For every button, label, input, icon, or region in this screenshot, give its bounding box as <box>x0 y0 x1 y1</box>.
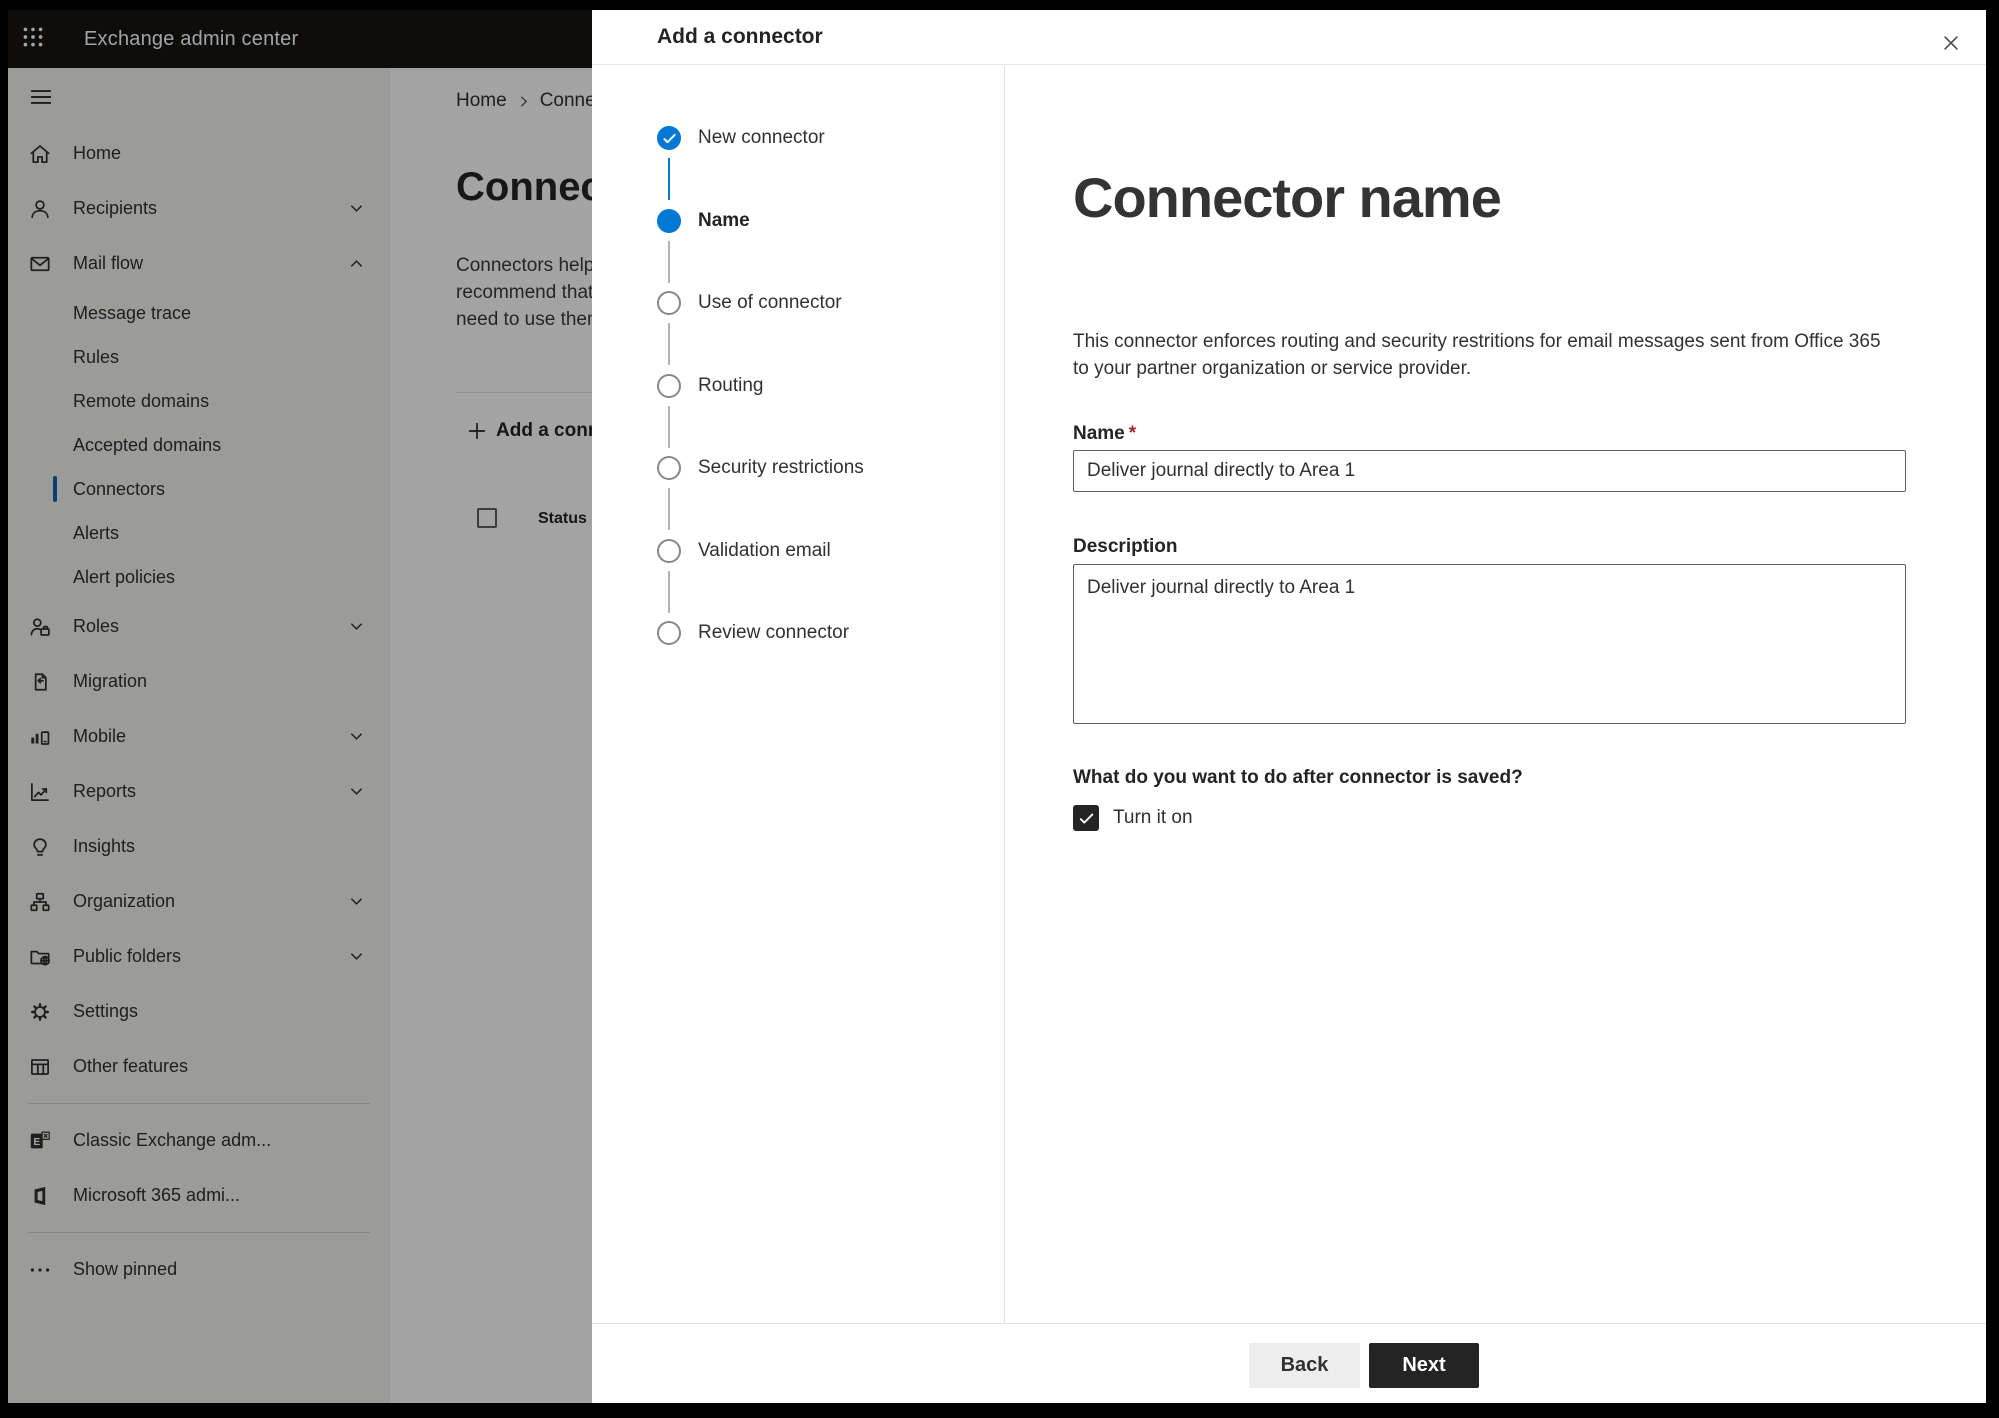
step-completed-check-icon <box>657 126 681 150</box>
turn-it-on-checkbox[interactable] <box>1073 805 1099 831</box>
step-upcoming-circle-icon <box>657 621 681 645</box>
step-connector-line <box>668 241 670 283</box>
step-security-restrictions[interactable]: Security restrictions <box>657 456 864 480</box>
after-save-question: What do you want to do after connector i… <box>1073 767 1523 788</box>
add-connector-modal: Add a connector New connector Name Use of … <box>592 10 1986 1403</box>
step-upcoming-circle-icon <box>657 374 681 398</box>
step-label: Name <box>698 210 750 231</box>
step-connector-line <box>668 323 670 365</box>
step-validation-email[interactable]: Validation email <box>657 539 831 563</box>
wizard-step-content: Connector name This connector enforces r… <box>1005 66 1986 1323</box>
step-label: Routing <box>698 375 764 396</box>
step-connector-line <box>668 571 670 613</box>
step-description: This connector enforces routing and secu… <box>1073 331 1881 379</box>
step-connector-line <box>668 158 670 200</box>
back-button[interactable]: Back <box>1249 1343 1360 1388</box>
step-current-dot-icon <box>657 209 681 233</box>
step-label: Validation email <box>698 540 831 561</box>
step-review-connector[interactable]: Review connector <box>657 621 849 645</box>
modal-footer: Back Next <box>592 1323 1986 1403</box>
step-new-connector[interactable]: New connector <box>657 126 825 150</box>
step-upcoming-circle-icon <box>657 456 681 480</box>
step-heading: Connector name <box>1073 166 1502 229</box>
modal-title: Add a connector <box>657 25 823 48</box>
step-label: New connector <box>698 127 825 148</box>
app-window: Exchange admin center Home Recipients Mail… <box>8 10 1986 1403</box>
step-upcoming-circle-icon <box>657 291 681 315</box>
name-field-label: Name * <box>1073 423 1137 444</box>
connector-name-input[interactable] <box>1073 450 1906 492</box>
required-asterisk: * <box>1128 423 1137 444</box>
step-connector-line <box>668 406 670 448</box>
step-use-of-connector[interactable]: Use of connector <box>657 291 842 315</box>
step-label: Review connector <box>698 622 850 643</box>
step-upcoming-circle-icon <box>657 539 681 563</box>
step-routing[interactable]: Routing <box>657 374 764 398</box>
step-label: Use of connector <box>698 292 842 313</box>
close-icon[interactable] <box>1933 25 1969 61</box>
description-field-label: Description <box>1073 536 1178 557</box>
connector-description-textarea[interactable]: Deliver journal directly to Area 1 <box>1073 564 1906 724</box>
next-button[interactable]: Next <box>1369 1343 1479 1388</box>
step-connector-line <box>668 488 670 530</box>
modal-header: Add a connector <box>592 10 1986 65</box>
wizard-stepper: New connector Name Use of connector Routing… <box>592 66 1005 1323</box>
step-name[interactable]: Name <box>657 209 750 233</box>
step-label: Security restrictions <box>698 457 864 478</box>
turn-it-on-row: Turn it on <box>1073 805 1906 831</box>
modal-body: New connector Name Use of connector Routing… <box>592 66 1986 1323</box>
turn-it-on-label: Turn it on <box>1113 807 1193 828</box>
